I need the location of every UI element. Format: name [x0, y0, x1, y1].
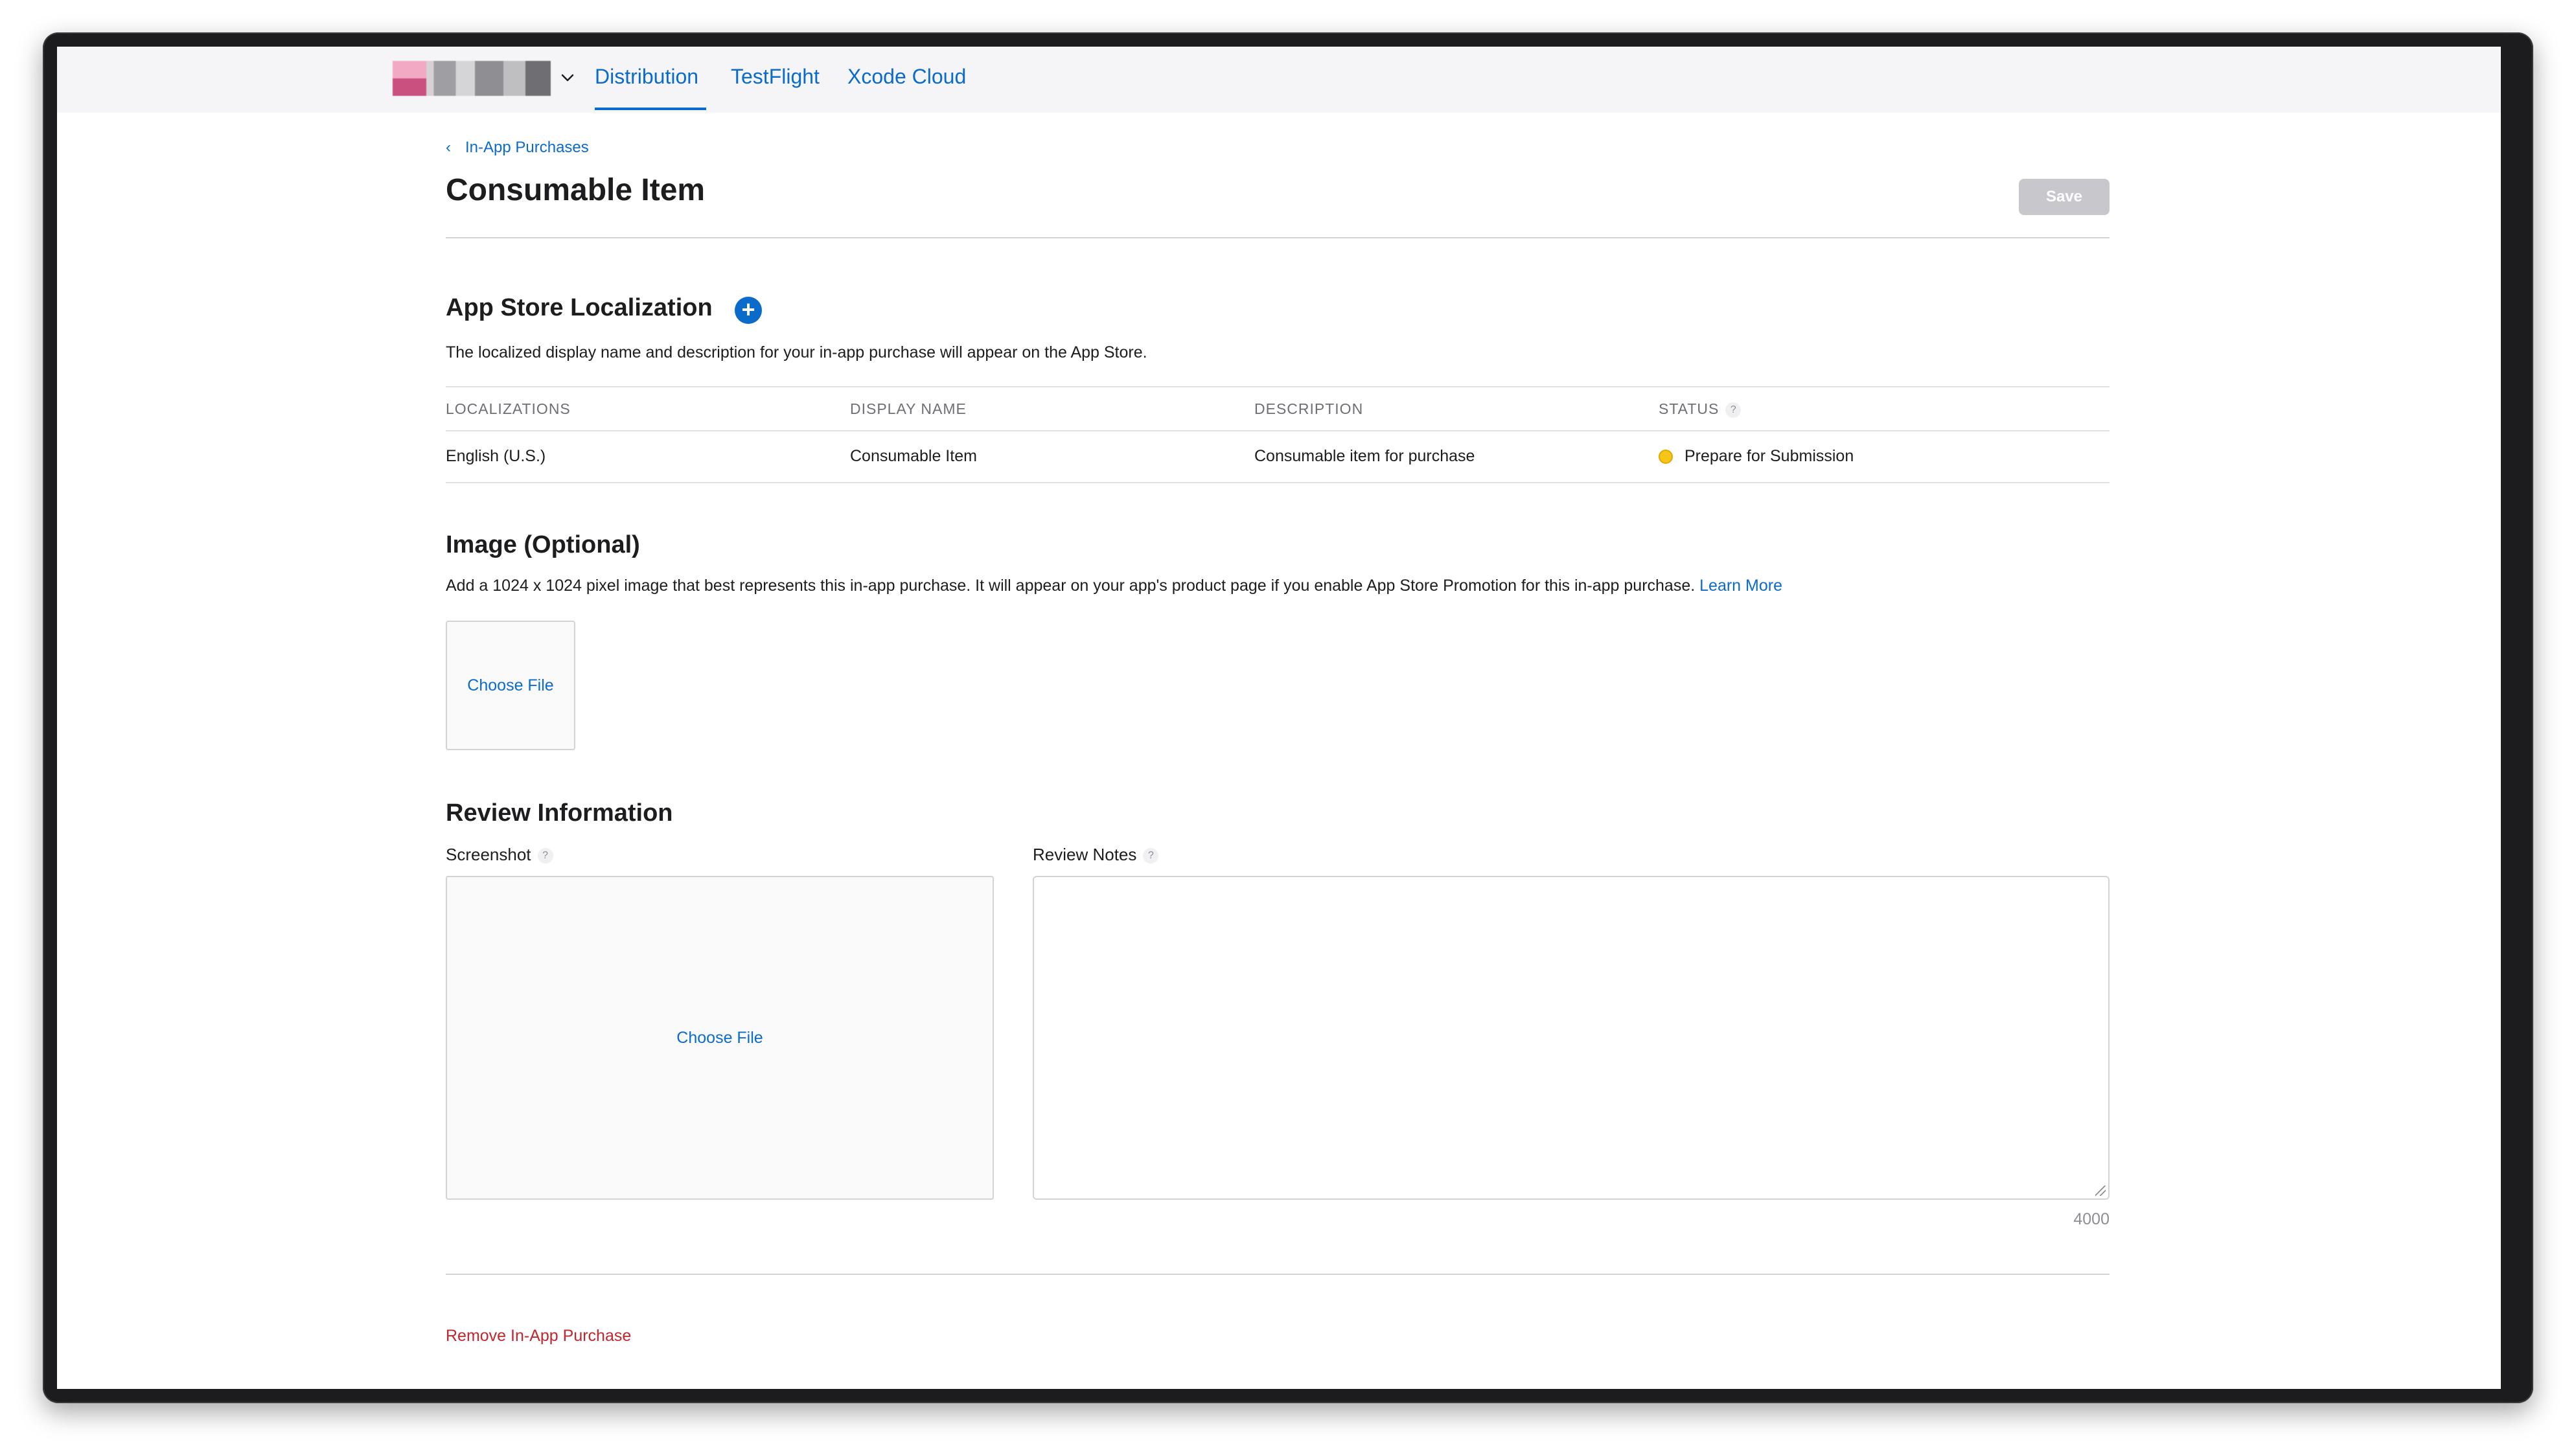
- remove-in-app-purchase-link[interactable]: Remove In-App Purchase: [446, 1327, 631, 1346]
- resize-handle-icon[interactable]: [2095, 1186, 2106, 1196]
- image-upload-dropzone[interactable]: Choose File: [446, 621, 575, 750]
- table-row-localization-link[interactable]: English (U.S.): [446, 447, 546, 466]
- chevron-left-icon: ‹: [446, 139, 451, 156]
- save-button[interactable]: Save: [2019, 179, 2110, 215]
- review-notes-field[interactable]: [1033, 876, 2110, 1200]
- column-header-description: DESCRIPTION: [1254, 400, 1364, 417]
- column-header-status-label: STATUS: [1659, 400, 1719, 417]
- question-mark-icon[interactable]: ?: [537, 848, 553, 864]
- app-window: Distribution TestFlight Xcode Cloud ‹ In-…: [57, 47, 2501, 1389]
- column-header-display-name: DISPLAY NAME: [850, 400, 967, 417]
- question-mark-icon[interactable]: ?: [1143, 848, 1159, 864]
- column-header-status: STATUS?: [1659, 400, 1742, 418]
- localization-description: The localized display name and descripti…: [446, 343, 1147, 361]
- divider: [446, 1274, 2110, 1275]
- status-label: Prepare for Submission: [1685, 447, 1854, 465]
- table-header-border: [446, 430, 2110, 431]
- status-badge: Prepare for Submission: [1659, 447, 1854, 466]
- breadcrumb[interactable]: ‹ In-App Purchases: [446, 139, 589, 157]
- character-count: 4000: [2073, 1210, 2110, 1228]
- screenshot-label-text: Screenshot: [446, 845, 531, 864]
- page-title: Consumable Item: [446, 173, 706, 207]
- review-notes-label-text: Review Notes: [1033, 845, 1137, 864]
- top-navigation: Distribution TestFlight Xcode Cloud: [57, 47, 2501, 113]
- column-header-localizations: LOCALIZATIONS: [446, 400, 571, 417]
- chevron-down-icon[interactable]: [560, 70, 575, 86]
- screenshot-label: Screenshot?: [446, 845, 553, 865]
- choose-file-button[interactable]: Choose File: [467, 676, 553, 695]
- breadcrumb-label[interactable]: In-App Purchases: [465, 139, 589, 156]
- choose-file-button[interactable]: Choose File: [676, 1029, 763, 1048]
- tab-xcode-cloud[interactable]: Xcode Cloud: [847, 65, 966, 89]
- table-row-description: Consumable item for purchase: [1254, 447, 1475, 465]
- active-tab-indicator: [595, 108, 706, 110]
- tab-testflight[interactable]: TestFlight: [731, 65, 820, 89]
- plus-circle-icon[interactable]: +: [735, 297, 762, 324]
- table-top-border: [446, 386, 2110, 387]
- screenshot-upload-dropzone[interactable]: Choose File: [446, 876, 994, 1200]
- localization-section-title: App Store Localization: [446, 294, 713, 321]
- tab-distribution[interactable]: Distribution: [595, 65, 698, 89]
- learn-more-link[interactable]: Learn More: [1699, 577, 1782, 595]
- image-description-text: Add a 1024 x 1024 pixel image that best …: [446, 577, 1696, 595]
- image-description: Add a 1024 x 1024 pixel image that best …: [446, 577, 1782, 595]
- divider: [446, 237, 2110, 238]
- table-row-display-name: Consumable Item: [850, 447, 977, 465]
- question-mark-icon[interactable]: ?: [1725, 402, 1742, 418]
- image-section-title: Image (Optional): [446, 531, 640, 558]
- review-notes-label: Review Notes?: [1033, 845, 1159, 865]
- table-bottom-border: [446, 482, 2110, 483]
- review-section-title: Review Information: [446, 799, 673, 827]
- app-icon-avatar[interactable]: [393, 61, 551, 96]
- status-dot-icon: [1659, 450, 1673, 464]
